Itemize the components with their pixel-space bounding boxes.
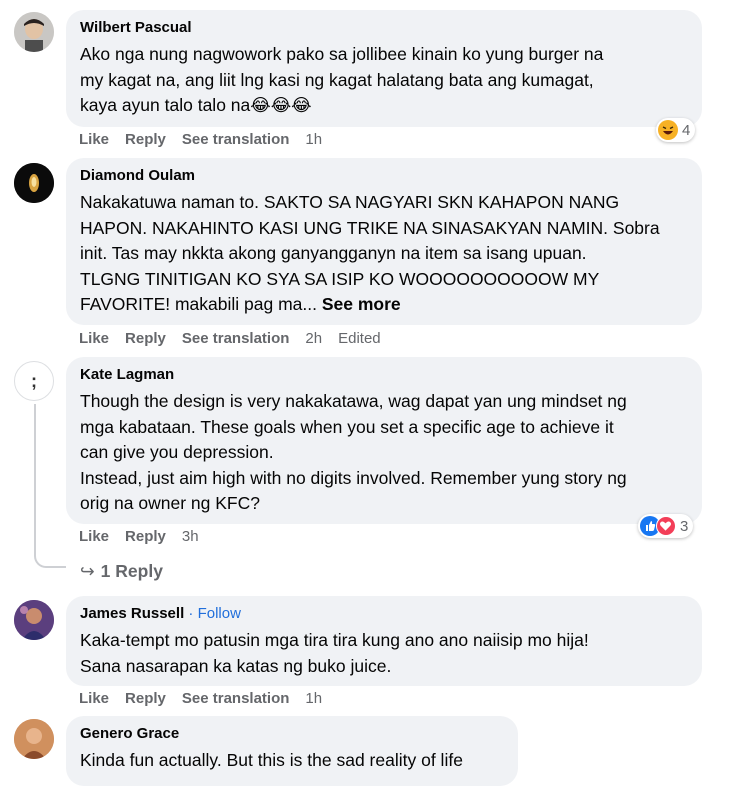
comment-bubble: Diamond Oulam Nakakatuwa naman to. SAKTO…: [66, 158, 702, 325]
thread-line: [34, 404, 36, 554]
comment-text: Kinda fun actually. But this is the sad …: [80, 750, 463, 770]
comment-actions: Like Reply See translation 2h Edited: [79, 330, 397, 347]
timestamp[interactable]: 3h: [182, 528, 199, 545]
reply-button[interactable]: Reply: [125, 330, 166, 347]
avatar[interactable]: [14, 163, 54, 203]
avatar-text: ;: [31, 370, 37, 391]
haha-emoji-icon: [658, 120, 678, 140]
comment-text: Nakakatuwa naman to. SAKTO SA NAGYARI SK…: [80, 190, 688, 318]
like-button[interactable]: Like: [79, 528, 109, 545]
follow-button[interactable]: · Follow: [188, 605, 241, 622]
comment-text: Though the design is very nakakatawa, wa…: [80, 391, 627, 513]
reply-button[interactable]: Reply: [125, 131, 166, 148]
commenter-name-text[interactable]: James Russell: [80, 605, 184, 622]
see-translation-button[interactable]: See translation: [182, 690, 290, 707]
see-more-link[interactable]: See more: [322, 294, 401, 314]
comment-actions: Like Reply 3h: [79, 528, 215, 545]
see-translation-button[interactable]: See translation: [182, 330, 290, 347]
reaction-summary[interactable]: 3: [638, 514, 694, 538]
commenter-name[interactable]: Diamond Oulam: [80, 166, 688, 186]
reply-button[interactable]: Reply: [125, 528, 166, 545]
commenter-name[interactable]: Genero Grace: [80, 724, 504, 744]
reaction-summary[interactable]: 4: [656, 118, 696, 142]
timestamp[interactable]: 1h: [305, 131, 322, 148]
comment-actions: Like Reply See translation 1h: [79, 131, 338, 148]
comment-bubble: Genero Grace Kinda fun actually. But thi…: [66, 716, 518, 786]
reaction-count: 4: [682, 121, 691, 139]
reply-arrow-icon: ↪: [80, 561, 95, 581]
replies-count-label[interactable]: 1 Reply: [101, 561, 163, 581]
like-button[interactable]: Like: [79, 330, 109, 347]
avatar[interactable]: [14, 600, 54, 640]
timestamp[interactable]: 2h: [305, 330, 322, 347]
comment-bubble: Kate Lagman Though the design is very na…: [66, 357, 702, 524]
comment-bubble: James Russell · Follow Kaka-tempt mo pat…: [66, 596, 702, 686]
timestamp[interactable]: 1h: [305, 690, 322, 707]
commenter-name[interactable]: Kate Lagman: [80, 365, 688, 385]
commenter-name[interactable]: Wilbert Pascual: [80, 18, 688, 38]
love-emoji-icon: [656, 516, 676, 536]
reaction-count: 3: [680, 517, 689, 535]
comment-text: Kaka-tempt mo patusin mga tira tira kung…: [80, 630, 589, 676]
see-translation-button[interactable]: See translation: [182, 131, 290, 148]
edited-label[interactable]: Edited: [338, 330, 381, 347]
commenter-name: James Russell · Follow: [80, 604, 688, 624]
thread-elbow: [34, 540, 66, 568]
view-replies-link[interactable]: ↪ 1 Reply: [80, 561, 163, 582]
comment-text: Ako nga nung nagwowork pako sa jollibee …: [80, 44, 604, 115]
comment-actions: Like Reply See translation 1h: [79, 690, 338, 707]
avatar[interactable]: [14, 719, 54, 759]
comment-bubble: Wilbert Pascual Ako nga nung nagwowork p…: [66, 10, 702, 127]
avatar[interactable]: [14, 12, 54, 52]
reply-button[interactable]: Reply: [125, 690, 166, 707]
like-button[interactable]: Like: [79, 690, 109, 707]
like-button[interactable]: Like: [79, 131, 109, 148]
avatar[interactable]: ;: [14, 361, 54, 401]
